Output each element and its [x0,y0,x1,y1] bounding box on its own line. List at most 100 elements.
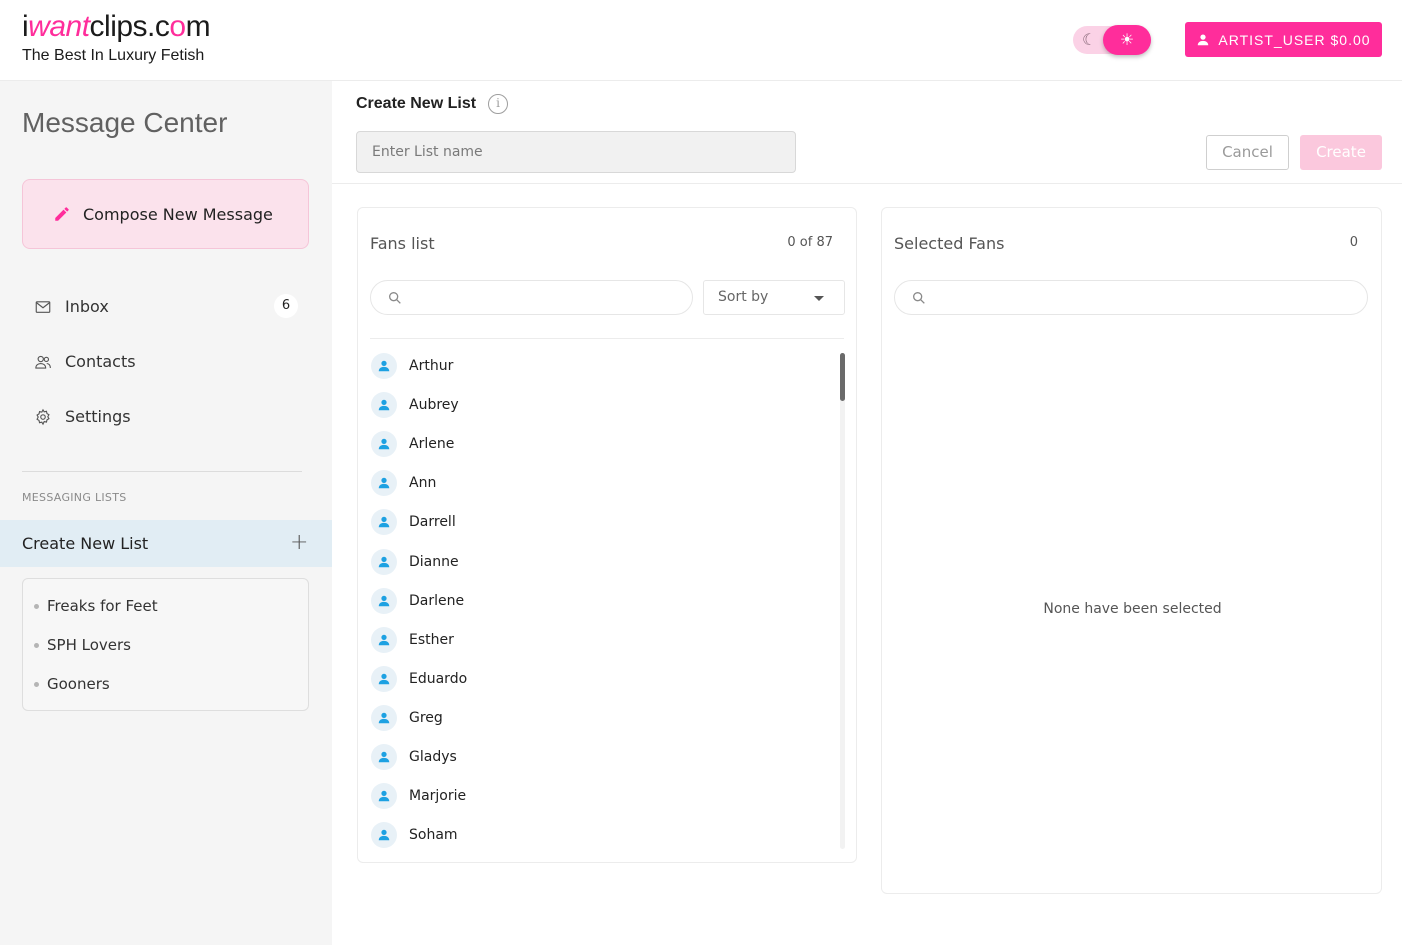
theme-toggle[interactable]: ☾ ☀ [1073,25,1151,55]
person-icon [1198,33,1209,45]
fan-name: Darrell [409,514,456,531]
bullet-icon [34,642,39,648]
fan-row[interactable]: Greg [371,704,443,731]
fan-name: Greg [409,709,443,726]
gear-icon [36,408,50,425]
selected-count: 0 [1349,235,1358,250]
list-item[interactable]: SPH Lovers [34,636,131,654]
fan-row[interactable]: Aubrey [371,392,459,419]
person-icon [378,673,390,685]
sort-by-dropdown[interactable]: Sort by [703,280,845,315]
mail-icon [35,300,51,313]
sidebar-item-inbox[interactable]: Inbox [34,297,109,316]
sidebar-item-contacts[interactable]: Contacts [34,352,136,371]
avatar [371,626,397,653]
info-icon[interactable]: i [488,94,509,114]
fan-name: Arthur [409,358,454,374]
user-account-button[interactable]: ARTIST_USER $0.00 [1185,22,1382,57]
fan-row[interactable]: Eduardo [371,665,468,692]
cancel-button[interactable]: Cancel [1206,135,1289,170]
messaging-lists: Freaks for Feet SPH Lovers Gooners [22,578,309,711]
person-icon [378,712,390,724]
fans-scrollbar-track[interactable] [840,353,845,849]
person-icon [378,595,390,606]
avatar [371,665,397,692]
empty-selection-message: None have been selected [1043,601,1222,617]
logo[interactable]: iwantclips.com [22,10,211,44]
fan-row[interactable]: Darlene [371,587,465,614]
search-icon [913,292,925,304]
avatar [371,548,397,575]
fan-name: Ann [409,475,437,492]
tagline: The Best In Luxury Fetish [22,47,205,64]
list-name-input[interactable] [356,131,796,173]
fans-scrollbar-thumb[interactable] [840,353,845,401]
fan-row[interactable]: Esther [371,626,454,653]
page-title: Create New List i [356,94,509,114]
sidebar: Message Center Compose New Message Inbox… [0,81,332,945]
fans-count: 0 of 87 [787,235,833,250]
fan-name: Soham [409,827,458,844]
person-icon [378,517,390,528]
fan-name: Eduardo [409,670,468,687]
compose-new-message-button[interactable]: Compose New Message [22,179,309,249]
search-icon [389,292,401,304]
sidebar-divider [22,471,302,472]
fan-name: Aubrey [409,397,459,414]
avatar [371,392,397,419]
selected-fans-title: Selected Fans [894,234,1005,253]
person-icon [378,360,390,372]
main-divider [332,183,1402,184]
fan-row[interactable]: Darrell [371,509,456,536]
fan-name: Arlene [409,436,455,453]
people-icon [35,355,51,369]
avatar [371,783,397,810]
fan-name: Dianne [409,553,459,570]
person-icon [378,751,390,763]
selected-search-input[interactable] [894,280,1368,315]
sidebar-title: Message Center [22,107,228,138]
fans-list-panel: Fans list 0 of 87 Sort by Arthur Aubrey Ar… [357,207,857,863]
fan-name: Gladys [409,749,457,765]
plus-icon[interactable]: + [290,530,308,555]
list-item[interactable]: Gooners [34,675,110,693]
app-header: iwantclips.com The Best In Luxury Fetish… [0,0,1402,81]
fan-row[interactable]: Ann [371,470,437,497]
fan-row[interactable]: Arthur [371,353,453,379]
fan-row[interactable]: Marjorie [371,783,467,810]
fan-row[interactable]: Dianne [371,548,459,575]
person-icon [378,556,390,567]
create-new-list-item[interactable]: Create New List + [0,520,332,567]
fan-name: Darlene [409,592,465,609]
selected-fans-panel: Selected Fans 0 None have been selected [881,207,1382,894]
person-icon [378,399,390,411]
bullet-icon [34,603,39,609]
moon-icon: ☾ [1082,30,1097,49]
bullet-icon [34,681,39,687]
list-item[interactable]: Freaks for Feet [34,597,158,615]
person-icon [378,829,390,841]
sun-icon: ☀ [1103,25,1151,55]
fan-row[interactable]: Arlene [371,431,455,458]
avatar [371,822,397,849]
avatar [371,431,397,458]
fans-list-title: Fans list [370,234,435,253]
avatar [371,353,397,379]
avatar [371,470,397,497]
fan-name: Marjorie [409,788,467,805]
avatar [371,704,397,731]
avatar [371,744,397,770]
person-icon [378,634,390,645]
fans-search-input[interactable] [370,280,693,315]
messaging-lists-heading: MESSAGING LISTS [22,491,127,504]
avatar [371,509,397,536]
person-icon [378,478,390,489]
create-button[interactable]: Create [1300,135,1382,170]
sidebar-item-settings[interactable]: Settings [34,407,131,426]
list-divider [370,338,844,339]
fan-row[interactable]: Gladys [371,744,457,770]
inbox-count-badge: 6 [274,294,298,318]
caret-down-icon [814,296,824,301]
fan-row[interactable]: Soham [371,822,458,849]
person-icon [378,790,390,802]
